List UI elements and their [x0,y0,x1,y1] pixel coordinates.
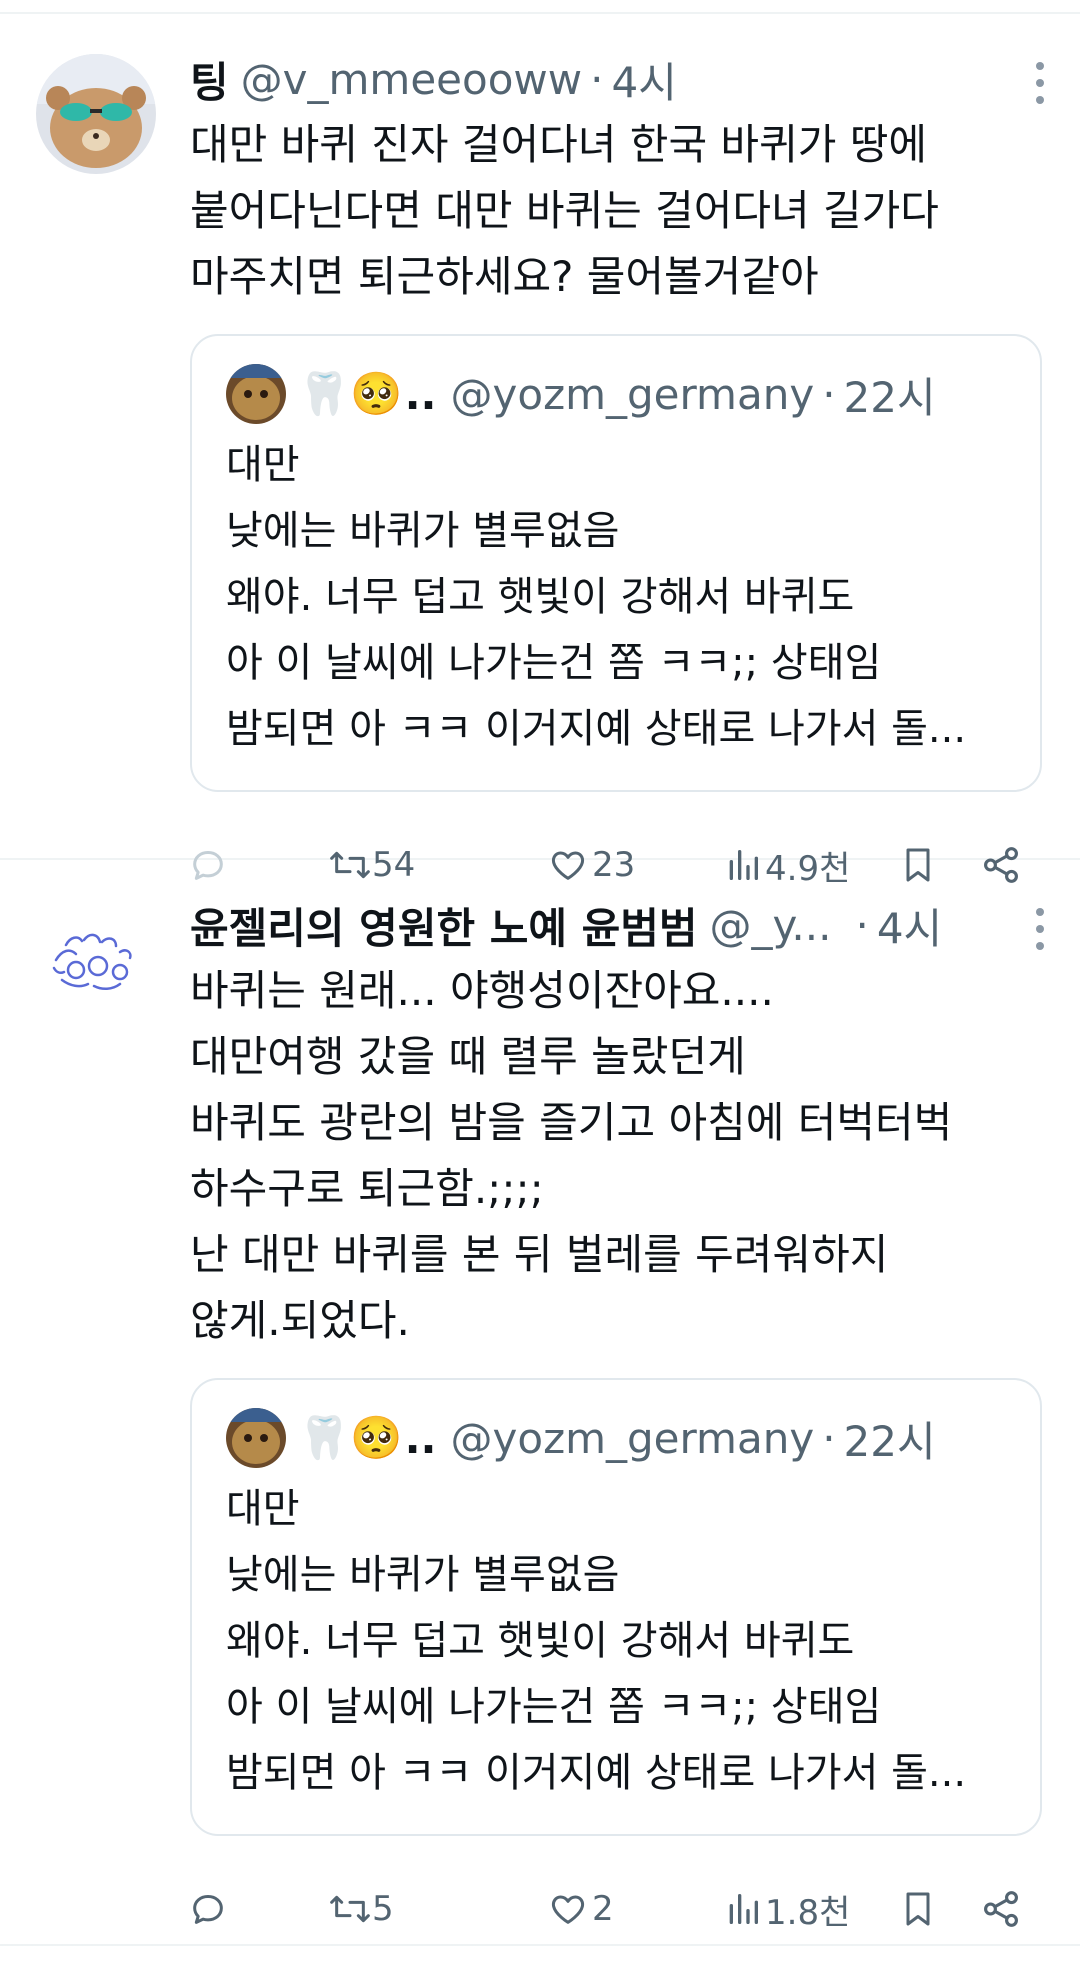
tweet-header: 팅 @v_mmeeooww · 4시 [190,44,1056,114]
quoted-tweet[interactable]: 🦷🥺 .. @yozm_germany · 22시 대만 낮에는 바퀴가 별루없… [190,1378,1042,1836]
avatar-image [36,54,156,174]
timestamp[interactable]: 4시 [877,895,942,956]
reply-button[interactable] [188,1889,228,1929]
user-handle[interactable]: @_y... [710,901,832,950]
bookmark-icon [906,1892,930,1926]
tweet[interactable]: 팅 @v_mmeeooww · 4시 대만 바퀴 진자 걸어다녀 한국 바퀴가 … [0,14,1080,889]
reply-icon [193,1895,223,1924]
tweet-content: 팅 @v_mmeeooww · 4시 대만 바퀴 진자 걸어다녀 한국 바퀴가 … [190,44,1056,889]
quote-handle: @yozm_germany [450,1413,815,1463]
share-button[interactable] [980,1888,1022,1930]
share-icon [984,1891,1018,1927]
quote-avatar [226,364,286,424]
views-chart-icon [729,1894,758,1924]
views-button[interactable]: 1.8천 [725,1885,850,1934]
tweet-header: 윤젤리의 영원한 노예 윤범범 @_y... · 4시 [190,890,1056,960]
retweet-button[interactable]: 5 [328,1889,394,1929]
retweet-icon [330,1895,370,1923]
retweet-count: 5 [372,1889,394,1929]
quote-header: 🦷🥺 .. @yozm_germany · 22시 [226,1406,1006,1470]
quote-handle: @yozm_germany [450,369,815,419]
tweet[interactable]: 윤젤리의 영원한 노예 윤범범 @_y... · 4시 바퀴는 원래... 야행… [0,860,1080,1944]
tweet-text: 대만 바퀴 진자 걸어다녀 한국 바퀴가 땅에 붙어다닌다면 대만 바퀴는 걸어… [190,120,939,301]
quote-name-emoji: 🦷🥺 [298,369,403,418]
quote-text: 대만 낮에는 바퀴가 별루없음 왜야. 너무 덥고 햇빛이 강해서 바퀴도 아 … [226,442,967,752]
like-count: 2 [592,1889,614,1929]
quoted-tweet[interactable]: 🦷🥺 .. @yozm_germany · 22시 대만 낮에는 바퀴가 별루없… [190,334,1042,792]
separator-dot: · [822,369,836,419]
quote-timestamp: 22시 [843,372,936,422]
tweet-text: 바퀴는 원래... 야행성이잔아요.... 대만여행 갔을 때 렬루 놀랐던게 … [190,966,953,1345]
avatar[interactable] [36,900,156,1020]
more-vertical-icon[interactable] [1030,904,1050,954]
quote-name-ellipsis: .. [404,1413,437,1463]
separator-dot: · [822,1413,836,1463]
user-handle[interactable]: @v_mmeeooww [241,55,582,104]
avatar-image [36,900,156,1020]
display-name[interactable]: 윤젤리의 영원한 노예 윤범범 [190,895,698,956]
separator-dot: · [855,900,869,950]
quote-name-ellipsis: .. [404,369,437,419]
display-name[interactable]: 팅 [190,49,229,110]
quote-timestamp: 22시 [843,1416,936,1466]
avatar[interactable] [36,54,156,174]
heart-icon [551,1895,585,1924]
views-count: 1.8천 [765,1892,851,1933]
separator-dot: · [590,54,604,104]
quote-name-emoji: 🦷🥺 [298,1413,403,1462]
like-button[interactable]: 2 [548,1889,614,1929]
tweet-content: 윤젤리의 영원한 노예 윤범범 @_y... · 4시 바퀴는 원래... 야행… [190,890,1056,1944]
action-bar: 5 2 1.8천 [190,1854,1056,1964]
timestamp[interactable]: 4시 [611,49,676,110]
bookmark-button[interactable] [898,1888,938,1930]
quote-text: 대만 낮에는 바퀴가 별루없음 왜야. 너무 덥고 햇빛이 강해서 바퀴도 아 … [226,1486,967,1796]
quote-header: 🦷🥺 .. @yozm_germany · 22시 [226,362,1006,426]
more-vertical-icon[interactable] [1030,58,1050,108]
quote-avatar [226,1408,286,1468]
